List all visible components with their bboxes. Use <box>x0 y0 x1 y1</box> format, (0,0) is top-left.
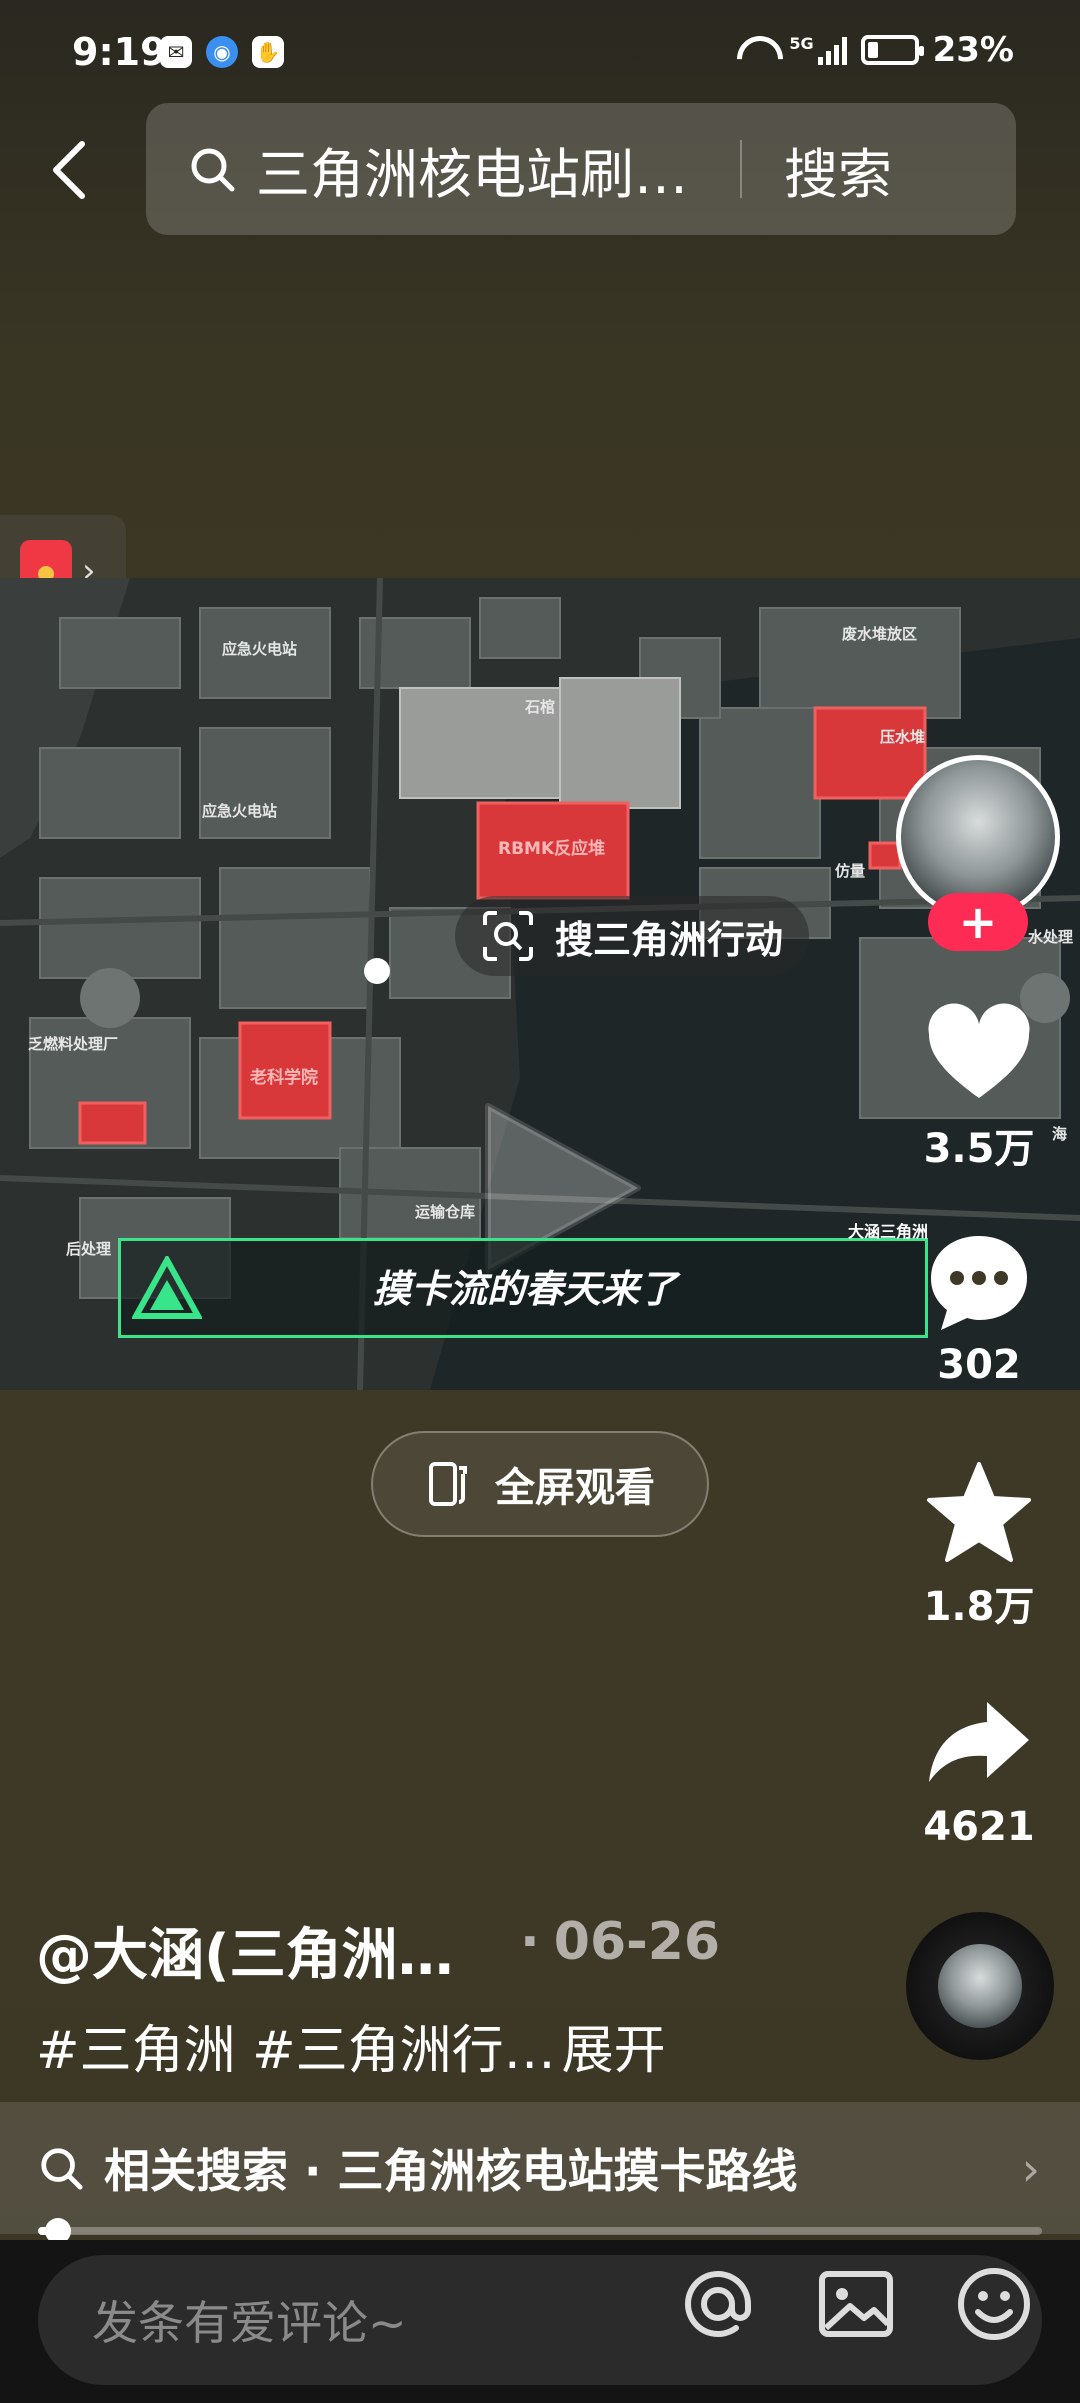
battery-percent: 23% <box>932 30 1014 70</box>
status-indicators: 5G 23% <box>735 30 1014 70</box>
map-label: 石棺 <box>525 698 556 716</box>
heart-icon <box>928 1003 1030 1098</box>
map-label: RBMK反应堆 <box>498 839 606 859</box>
favorite-count: 1.8万 <box>923 1584 1035 1630</box>
comment-count: 302 <box>937 1342 1021 1388</box>
status-time: 9:19 <box>72 30 167 74</box>
caption-text[interactable]: #三角洲 #三角洲行… <box>36 2021 556 2081</box>
video-dot-indicator <box>364 958 390 984</box>
search-bar[interactable]: 三角洲核电站刷… 搜索 <box>146 103 1016 235</box>
comment-icon <box>931 1236 1027 1330</box>
video-progress-bar[interactable] <box>38 2218 1042 2244</box>
comment-tools <box>678 2264 1034 2344</box>
date-separator: · <box>520 1912 540 1972</box>
banner-text: 摸卡流的春天来了 <box>373 1267 678 1311</box>
like-button[interactable]: 3.5万 <box>904 1000 1054 1174</box>
post-date-group: · 06-26 <box>520 1912 720 1972</box>
music-disc[interactable] <box>906 1912 1054 2060</box>
network-type: 5G <box>789 33 814 53</box>
comment-button[interactable]: 302 <box>904 1226 1054 1388</box>
map-label: 应急火电站 <box>222 640 298 658</box>
video-search-pill[interactable]: 搜三角洲行动 <box>455 896 810 976</box>
hand-notification-icon: ✋ <box>252 36 284 68</box>
message-notification-icon: ✉ <box>160 36 192 68</box>
follow-button[interactable]: + <box>928 893 1028 951</box>
search-input[interactable]: 三角洲核电站刷… <box>256 130 726 209</box>
star-icon <box>927 1462 1031 1562</box>
image-icon[interactable] <box>816 2264 896 2344</box>
share-icon <box>929 1702 1029 1782</box>
expand-button[interactable]: 展开 <box>562 2021 666 2081</box>
wifi-icon <box>735 34 775 66</box>
chevron-right-icon: › <box>1021 2142 1040 2196</box>
map-label: 废水堆放区 <box>842 625 918 643</box>
comment-placeholder: 发条有爱评论~ <box>92 2296 407 2350</box>
search-icon <box>41 2148 83 2190</box>
browser-notification-icon: ◉ <box>206 36 238 68</box>
search-icon <box>191 148 235 192</box>
battery-icon <box>860 35 924 65</box>
map-label: 应急火电站 <box>202 802 278 820</box>
map-label: 乏燃料处理厂 <box>28 1035 119 1053</box>
back-icon <box>53 141 85 199</box>
video-search-label: 搜三角洲行动 <box>555 917 784 962</box>
at-icon[interactable] <box>678 2264 758 2344</box>
related-search-bar[interactable]: 相关搜索 · 三角洲核电站摸卡路线 › <box>0 2102 1080 2234</box>
like-count: 3.5万 <box>923 1126 1035 1172</box>
map-label: 水处理 <box>1028 928 1074 946</box>
scan-icon <box>483 911 533 961</box>
map-label: 老科学院 <box>250 1068 318 1088</box>
author-avatar-group[interactable]: + <box>896 755 1060 951</box>
fullscreen-icon <box>429 1462 467 1506</box>
map-label: 后处理 <box>66 1240 112 1258</box>
bottom-comment-bar: 发条有爱评论~ <box>0 2240 1080 2403</box>
map-label: 海 <box>1052 1125 1068 1143</box>
post-date: 06-26 <box>553 1912 721 1972</box>
back-button[interactable] <box>40 130 100 210</box>
video-banner: 摸卡流的春天来了 大涵三角洲 <box>118 1222 928 1338</box>
search-divider <box>740 140 742 198</box>
emoji-icon[interactable] <box>954 2264 1034 2344</box>
delta-logo-icon <box>132 1256 202 1319</box>
fullscreen-button[interactable]: 全屏观看 <box>371 1431 709 1537</box>
music-cover <box>938 1944 1022 2028</box>
battery-level <box>867 42 878 58</box>
fullscreen-label: 全屏观看 <box>495 1465 655 1511</box>
notification-icons: ✉ ◉ ✋ <box>160 36 284 68</box>
share-count: 4621 <box>923 1804 1035 1850</box>
post-caption: #三角洲 #三角洲行… 展开 <box>36 2008 666 2083</box>
search-button[interactable]: 搜索 <box>784 130 892 209</box>
author-name[interactable]: @大涵(三角洲… <box>36 1910 454 1991</box>
share-button[interactable]: 4621 <box>904 1688 1054 1850</box>
favorite-button[interactable]: 1.8万 <box>904 1458 1054 1632</box>
signal-icon <box>817 35 847 65</box>
map-label: 运输仓库 <box>415 1203 476 1221</box>
map-label: 压水堆 <box>880 728 926 746</box>
map-label: 仿量 <box>835 862 866 880</box>
status-bar: 9:19 ✉ ◉ ✋ 5G 23% <box>0 0 1080 110</box>
related-search-label: 相关搜索 · 三角洲核电站摸卡路线 <box>104 2144 798 2198</box>
